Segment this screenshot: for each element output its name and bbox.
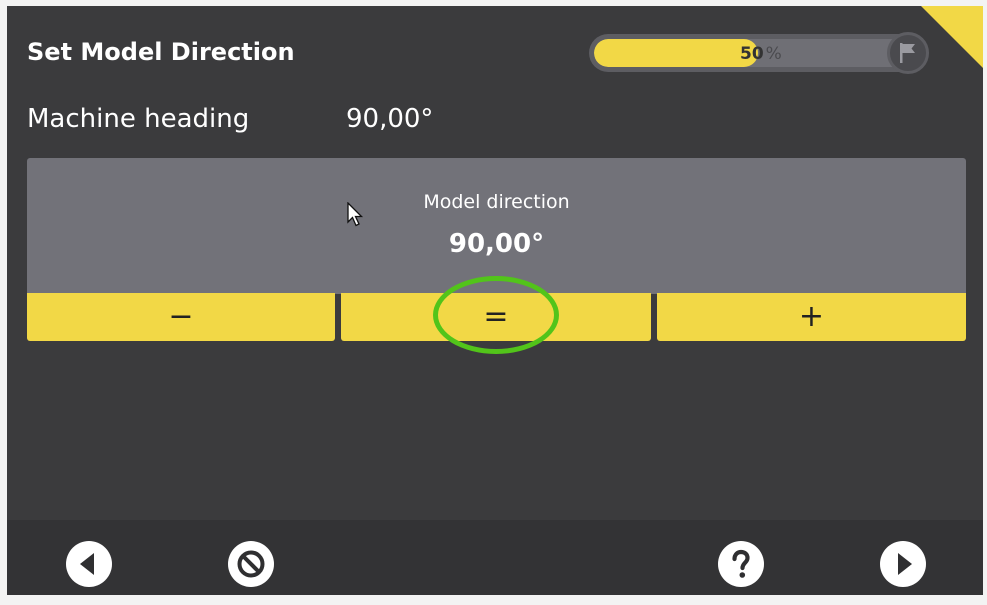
back-button[interactable] bbox=[66, 541, 112, 587]
decrease-button[interactable]: − bbox=[27, 293, 335, 341]
bottom-toolbar bbox=[7, 520, 983, 595]
mouse-cursor-icon bbox=[347, 202, 364, 227]
model-direction-panel: Model direction 90,00° bbox=[27, 158, 966, 294]
help-icon bbox=[732, 549, 750, 578]
corner-accent bbox=[921, 6, 983, 68]
next-arrow-icon bbox=[898, 553, 912, 575]
model-direction-value: 90,00° bbox=[448, 229, 545, 259]
progress-text: 50% bbox=[740, 44, 782, 64]
page-title: Set Model Direction bbox=[27, 38, 295, 66]
help-button[interactable] bbox=[718, 541, 764, 587]
progress-indicator: 50% bbox=[589, 32, 929, 74]
back-arrow-icon bbox=[80, 553, 94, 575]
finish-flag-button[interactable] bbox=[887, 32, 929, 74]
next-button[interactable] bbox=[880, 541, 926, 587]
machine-heading-label: Machine heading bbox=[27, 104, 250, 134]
machine-heading-value: 90,00° bbox=[346, 104, 434, 134]
progress-unit: % bbox=[765, 44, 782, 64]
cancel-button[interactable] bbox=[228, 541, 274, 587]
progress-value: 50 bbox=[740, 44, 764, 64]
increase-button[interactable]: + bbox=[657, 293, 966, 341]
flag-icon bbox=[900, 43, 915, 63]
app-screen: Set Model Direction 50% Machine heading … bbox=[7, 6, 983, 595]
direction-controls: − = + bbox=[27, 293, 966, 341]
model-direction-label: Model direction bbox=[423, 191, 570, 213]
progress-track: 50% bbox=[594, 39, 922, 67]
equal-button[interactable]: = bbox=[341, 293, 651, 341]
progress-fill bbox=[594, 39, 758, 67]
cancel-icon bbox=[237, 550, 265, 578]
